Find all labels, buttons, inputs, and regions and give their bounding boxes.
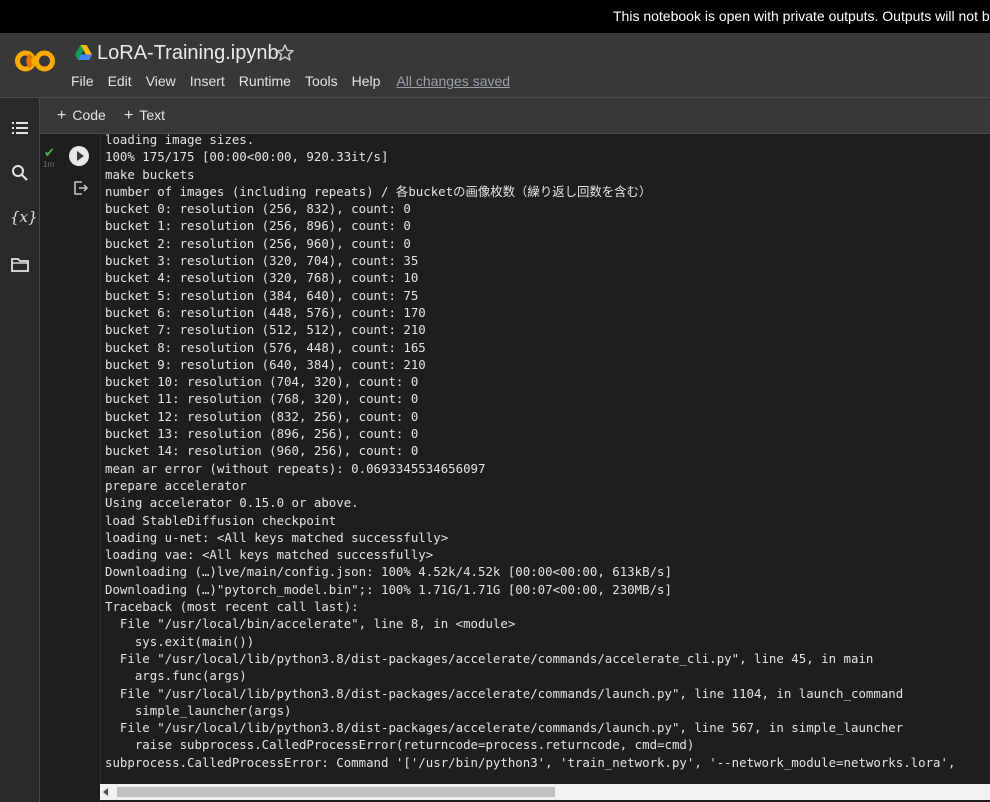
search-icon[interactable] bbox=[10, 163, 30, 183]
cell-output: loading image sizes. 100% 175/175 [00:00<… bbox=[105, 131, 985, 779]
output-line: load StableDiffusion checkpoint bbox=[105, 512, 337, 528]
colab-window: This notebook is open with private outpu… bbox=[0, 0, 990, 802]
menu-help[interactable]: Help bbox=[352, 73, 381, 89]
add-code-label: Code bbox=[72, 107, 106, 123]
output-line: bucket 5: resolution (384, 640), count: … bbox=[105, 287, 419, 303]
cell-toolbar: + Code + Text bbox=[40, 98, 990, 134]
output-line: File "/usr/local/lib/python3.8/dist-pack… bbox=[105, 650, 874, 666]
menu-file[interactable]: File bbox=[71, 73, 94, 89]
save-status-link[interactable]: All changes saved bbox=[396, 73, 510, 89]
output-line: bucket 13: resolution (896, 256), count:… bbox=[105, 426, 419, 442]
output-line: bucket 3: resolution (320, 704), count: … bbox=[105, 253, 419, 269]
code-cell[interactable]: ✔ 1m loading image sizes. 100% 175/175 [0… bbox=[40, 131, 990, 802]
output-line: bucket 11: resolution (768, 320), count:… bbox=[105, 391, 419, 407]
variables-icon[interactable]: {x} bbox=[10, 208, 38, 226]
drive-icon[interactable] bbox=[75, 45, 92, 60]
output-line: bucket 10: resolution (704, 320), count:… bbox=[105, 374, 419, 390]
plus-icon: + bbox=[124, 107, 134, 124]
output-line: File "/usr/local/lib/python3.8/dist-pack… bbox=[105, 720, 904, 736]
star-icon[interactable] bbox=[275, 43, 295, 63]
output-line: raise subprocess.CalledProcessError(retu… bbox=[105, 737, 695, 753]
output-line: number of images (including repeats) / 各… bbox=[105, 183, 652, 199]
output-line: bucket 7: resolution (512, 512), count: … bbox=[105, 322, 426, 338]
output-line: subprocess.CalledProcessError: Command '… bbox=[105, 754, 956, 770]
banner-text: This notebook is open with private outpu… bbox=[613, 8, 990, 24]
output-line: bucket 9: resolution (640, 384), count: … bbox=[105, 356, 426, 372]
cell-divider bbox=[100, 134, 101, 802]
output-line: bucket 1: resolution (256, 896), count: … bbox=[105, 218, 411, 234]
success-check-icon: ✔ bbox=[44, 145, 55, 160]
output-line: loading image sizes. bbox=[105, 132, 255, 147]
run-cell-button[interactable] bbox=[69, 146, 89, 166]
output-line: bucket 2: resolution (256, 960), count: … bbox=[105, 235, 411, 251]
menu-runtime[interactable]: Runtime bbox=[239, 73, 291, 89]
toc-icon[interactable] bbox=[10, 118, 30, 138]
output-line: prepare accelerator bbox=[105, 477, 247, 493]
menu-view[interactable]: View bbox=[146, 73, 176, 89]
output-line: simple_launcher(args) bbox=[105, 702, 292, 718]
output-line: bucket 6: resolution (448, 576), count: … bbox=[105, 304, 426, 320]
output-line: args.func(args) bbox=[105, 668, 247, 684]
output-line: sys.exit(main()) bbox=[105, 633, 255, 649]
output-line: bucket 0: resolution (256, 832), count: … bbox=[105, 201, 411, 217]
output-line: Downloading (…)"pytorch_model.bin";: 100… bbox=[105, 581, 672, 597]
plus-icon: + bbox=[57, 107, 67, 124]
output-line: loading u-net: <All keys matched success… bbox=[105, 529, 449, 545]
notebook-header: LoRA-Training.ipynb File Edit View Inser… bbox=[0, 33, 990, 98]
output-redirect-icon[interactable] bbox=[73, 180, 89, 196]
horizontal-scrollbar[interactable] bbox=[100, 784, 990, 800]
folder-icon[interactable] bbox=[10, 255, 30, 275]
add-code-button[interactable]: + Code bbox=[57, 107, 106, 125]
output-line: Traceback (most recent call last): bbox=[105, 599, 359, 615]
left-sidebar: {x} bbox=[0, 98, 40, 802]
output-line: Using accelerator 0.15.0 or above. bbox=[105, 495, 359, 511]
output-line: mean ar error (without repeats): 0.06933… bbox=[105, 460, 486, 476]
output-line: bucket 4: resolution (320, 768), count: … bbox=[105, 270, 419, 286]
private-outputs-banner: This notebook is open with private outpu… bbox=[0, 0, 990, 33]
menu-tools[interactable]: Tools bbox=[305, 73, 338, 89]
colab-logo[interactable] bbox=[13, 46, 57, 76]
execution-time: 1m bbox=[43, 160, 55, 169]
notebook-title[interactable]: LoRA-Training.ipynb bbox=[97, 42, 279, 65]
output-line: File "/usr/local/bin/accelerate", line 8… bbox=[105, 616, 516, 632]
output-line: 100% 175/175 [00:00<00:00, 920.33it/s] bbox=[105, 149, 389, 165]
output-line: bucket 12: resolution (832, 256), count:… bbox=[105, 408, 419, 424]
menu-bar: File Edit View Insert Runtime Tools Help… bbox=[71, 73, 524, 89]
output-line: make buckets bbox=[105, 166, 195, 182]
menu-edit[interactable]: Edit bbox=[108, 73, 132, 89]
menu-insert[interactable]: Insert bbox=[190, 73, 225, 89]
scrollbar-thumb[interactable] bbox=[117, 787, 555, 797]
output-line: bucket 14: resolution (960, 256), count:… bbox=[105, 443, 419, 459]
scroll-left-icon[interactable] bbox=[103, 788, 108, 796]
output-line: loading vae: <All keys matched successfu… bbox=[105, 547, 434, 563]
output-line: File "/usr/local/lib/python3.8/dist-pack… bbox=[105, 685, 904, 701]
output-line: Downloading (…)lve/main/config.json: 100… bbox=[105, 564, 672, 580]
add-text-button[interactable]: + Text bbox=[124, 107, 165, 125]
add-text-label: Text bbox=[139, 107, 166, 123]
output-line: bucket 8: resolution (576, 448), count: … bbox=[105, 339, 426, 355]
